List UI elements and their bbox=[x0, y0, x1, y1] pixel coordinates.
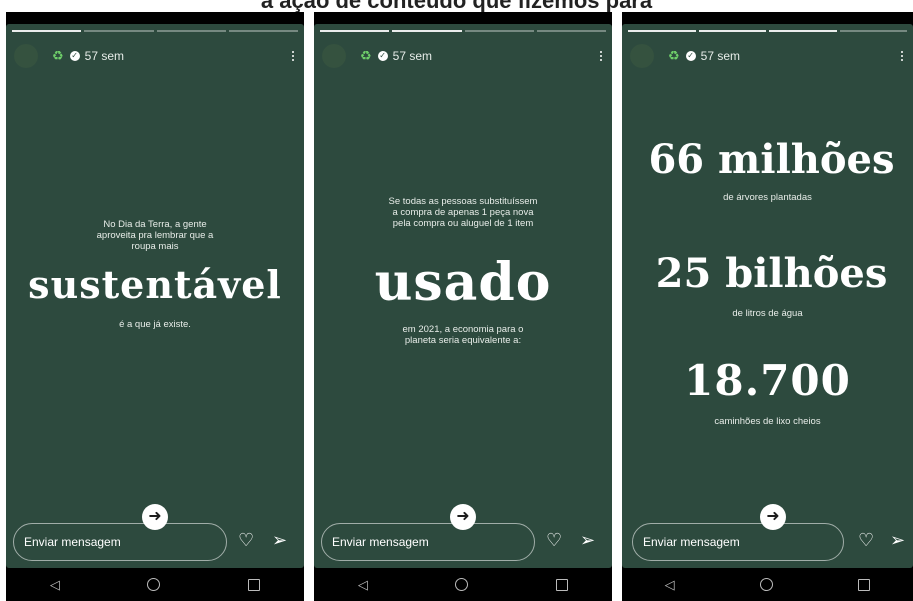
avatar[interactable] bbox=[14, 44, 38, 68]
story-outro-text: em 2021, a economia para o planeta seria… bbox=[314, 324, 612, 346]
nav-back-icon[interactable]: ◁ bbox=[665, 577, 675, 593]
recycle-logo-icon[interactable]: ♻ bbox=[668, 48, 680, 64]
progress-segment bbox=[392, 30, 462, 32]
more-options-icon[interactable] bbox=[598, 51, 604, 61]
nav-back-icon[interactable]: ◁ bbox=[50, 577, 60, 593]
stat-value-trucks: 18.700 bbox=[684, 356, 851, 405]
progress-bar bbox=[628, 30, 907, 32]
headline-word: usado bbox=[374, 252, 552, 313]
reply-input[interactable]: Enviar mensagem bbox=[632, 523, 844, 561]
progress-segment bbox=[628, 30, 696, 32]
stat-value-trees: 66 milhões bbox=[648, 136, 895, 183]
progress-segment bbox=[464, 30, 534, 32]
stat-label-water: de litros de água bbox=[732, 308, 803, 319]
heart-icon[interactable]: ♡ bbox=[546, 530, 562, 551]
nav-recents-icon[interactable] bbox=[248, 578, 261, 591]
progress-segment bbox=[228, 30, 298, 32]
avatar[interactable] bbox=[322, 44, 346, 68]
progress-segment bbox=[156, 30, 226, 32]
story-card[interactable]: ♻ ✓ 57 sem No Dia da Terra, a gente apro… bbox=[6, 24, 304, 568]
post-time: 57 sem bbox=[700, 49, 741, 63]
stat-label-trucks: caminhões de lixo cheios bbox=[714, 416, 821, 427]
story-header: ♻ ✓ 57 sem bbox=[630, 42, 905, 70]
progress-segment bbox=[84, 30, 154, 32]
nav-recents-icon[interactable] bbox=[858, 578, 871, 591]
progress-segment bbox=[320, 30, 390, 32]
outro-text: é a que já existe. bbox=[119, 319, 191, 330]
story-intro-text: No Dia da Terra, a gente aproveita pra l… bbox=[6, 219, 304, 252]
heart-icon[interactable]: ♡ bbox=[238, 530, 254, 551]
progress-bar bbox=[12, 30, 298, 32]
story-screen-1: ♻ ✓ 57 sem No Dia da Terra, a gente apro… bbox=[6, 12, 304, 601]
send-icon[interactable]: ➢ bbox=[890, 530, 905, 551]
intro-text: No Dia da Terra, a gente aproveita pra l… bbox=[96, 219, 214, 252]
heart-icon[interactable]: ♡ bbox=[858, 530, 874, 551]
story-header: ♻ ✓ 57 sem bbox=[322, 42, 604, 70]
story-intro-text: Se todas as pessoas substituíssem a comp… bbox=[314, 196, 612, 229]
story-screen-2: ♻ ✓ 57 sem Se todas as pessoas substituí… bbox=[314, 12, 612, 601]
progress-segment bbox=[839, 30, 907, 32]
story-screen-3: ♻ ✓ 57 sem 66 milhões de árvores plantad… bbox=[622, 12, 913, 601]
post-time: 57 sem bbox=[84, 49, 125, 63]
more-options-icon[interactable] bbox=[290, 51, 296, 61]
verified-badge-icon: ✓ bbox=[69, 51, 80, 61]
reply-input[interactable]: Enviar mensagem bbox=[13, 523, 227, 561]
progress-segment bbox=[12, 30, 82, 32]
android-nav-bar: ◁ bbox=[6, 568, 304, 601]
stat-label-trees: de árvores plantadas bbox=[723, 192, 812, 203]
stat-value-water: 25 bilhões bbox=[655, 250, 888, 297]
nav-home-icon[interactable] bbox=[759, 578, 773, 591]
progress-bar bbox=[320, 30, 606, 32]
nav-home-icon[interactable] bbox=[147, 578, 161, 591]
progress-segment bbox=[769, 30, 837, 32]
intro-text: Se todas as pessoas substituíssem a comp… bbox=[388, 196, 538, 229]
post-time: 57 sem bbox=[392, 49, 433, 63]
nav-recents-icon[interactable] bbox=[556, 578, 569, 591]
verified-badge-icon: ✓ bbox=[377, 51, 388, 61]
send-icon[interactable]: ➢ bbox=[272, 530, 287, 551]
story-header: ♻ ✓ 57 sem bbox=[14, 42, 296, 70]
recycle-logo-icon[interactable]: ♻ bbox=[360, 48, 372, 64]
send-icon[interactable]: ➢ bbox=[580, 530, 595, 551]
avatar[interactable] bbox=[630, 44, 654, 68]
nav-back-icon[interactable]: ◁ bbox=[358, 577, 368, 593]
story-card[interactable]: ♻ ✓ 57 sem 66 milhões de árvores plantad… bbox=[622, 24, 913, 568]
story-card[interactable]: ♻ ✓ 57 sem Se todas as pessoas substituí… bbox=[314, 24, 612, 568]
android-nav-bar: ◁ bbox=[622, 568, 913, 601]
verified-badge-icon: ✓ bbox=[685, 51, 696, 61]
reply-input[interactable]: Enviar mensagem bbox=[321, 523, 535, 561]
android-nav-bar: ◁ bbox=[314, 568, 612, 601]
more-options-icon[interactable] bbox=[899, 51, 905, 61]
progress-segment bbox=[698, 30, 766, 32]
outro-text: em 2021, a economia para o planeta seria… bbox=[402, 324, 524, 346]
recycle-logo-icon[interactable]: ♻ bbox=[52, 48, 64, 64]
nav-home-icon[interactable] bbox=[455, 578, 469, 591]
progress-segment bbox=[536, 30, 606, 32]
headline-word: sustentável bbox=[28, 262, 282, 307]
